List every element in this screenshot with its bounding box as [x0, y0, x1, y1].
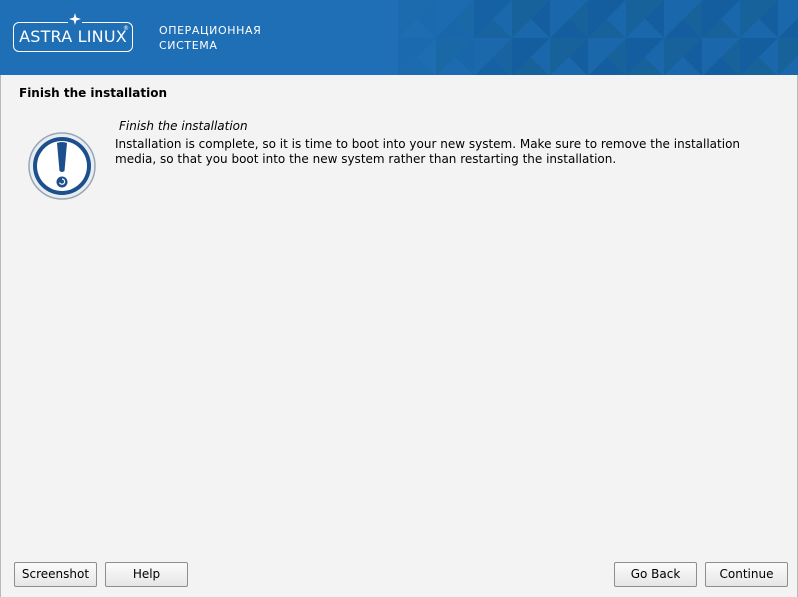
header-banner: ASTRA LINUX ® ОПЕРАЦИОННАЯ СИСТЕМА: [0, 0, 798, 75]
exclamation-icon: [28, 132, 96, 200]
os-caption-line1: ОПЕРАЦИОННАЯ: [159, 24, 262, 37]
astra-linux-logo: ASTRA LINUX ®: [13, 12, 133, 52]
message-heading: Finish the installation: [119, 119, 248, 133]
os-caption-line2: СИСТЕМА: [159, 39, 218, 52]
logo-text: ASTRA LINUX: [19, 27, 127, 46]
message-body: Installation is complete, so it is time …: [115, 137, 741, 166]
continue-button[interactable]: Continue: [705, 562, 788, 587]
os-caption: ОПЕРАЦИОННАЯ СИСТЕМА: [159, 23, 261, 53]
registered-mark: ®: [123, 25, 129, 32]
left-border: [0, 75, 1, 597]
page-title: Finish the installation: [19, 86, 168, 100]
help-button[interactable]: Help: [105, 562, 188, 587]
screenshot-button[interactable]: Screenshot: [14, 562, 97, 587]
go-back-button[interactable]: Go Back: [614, 562, 697, 587]
